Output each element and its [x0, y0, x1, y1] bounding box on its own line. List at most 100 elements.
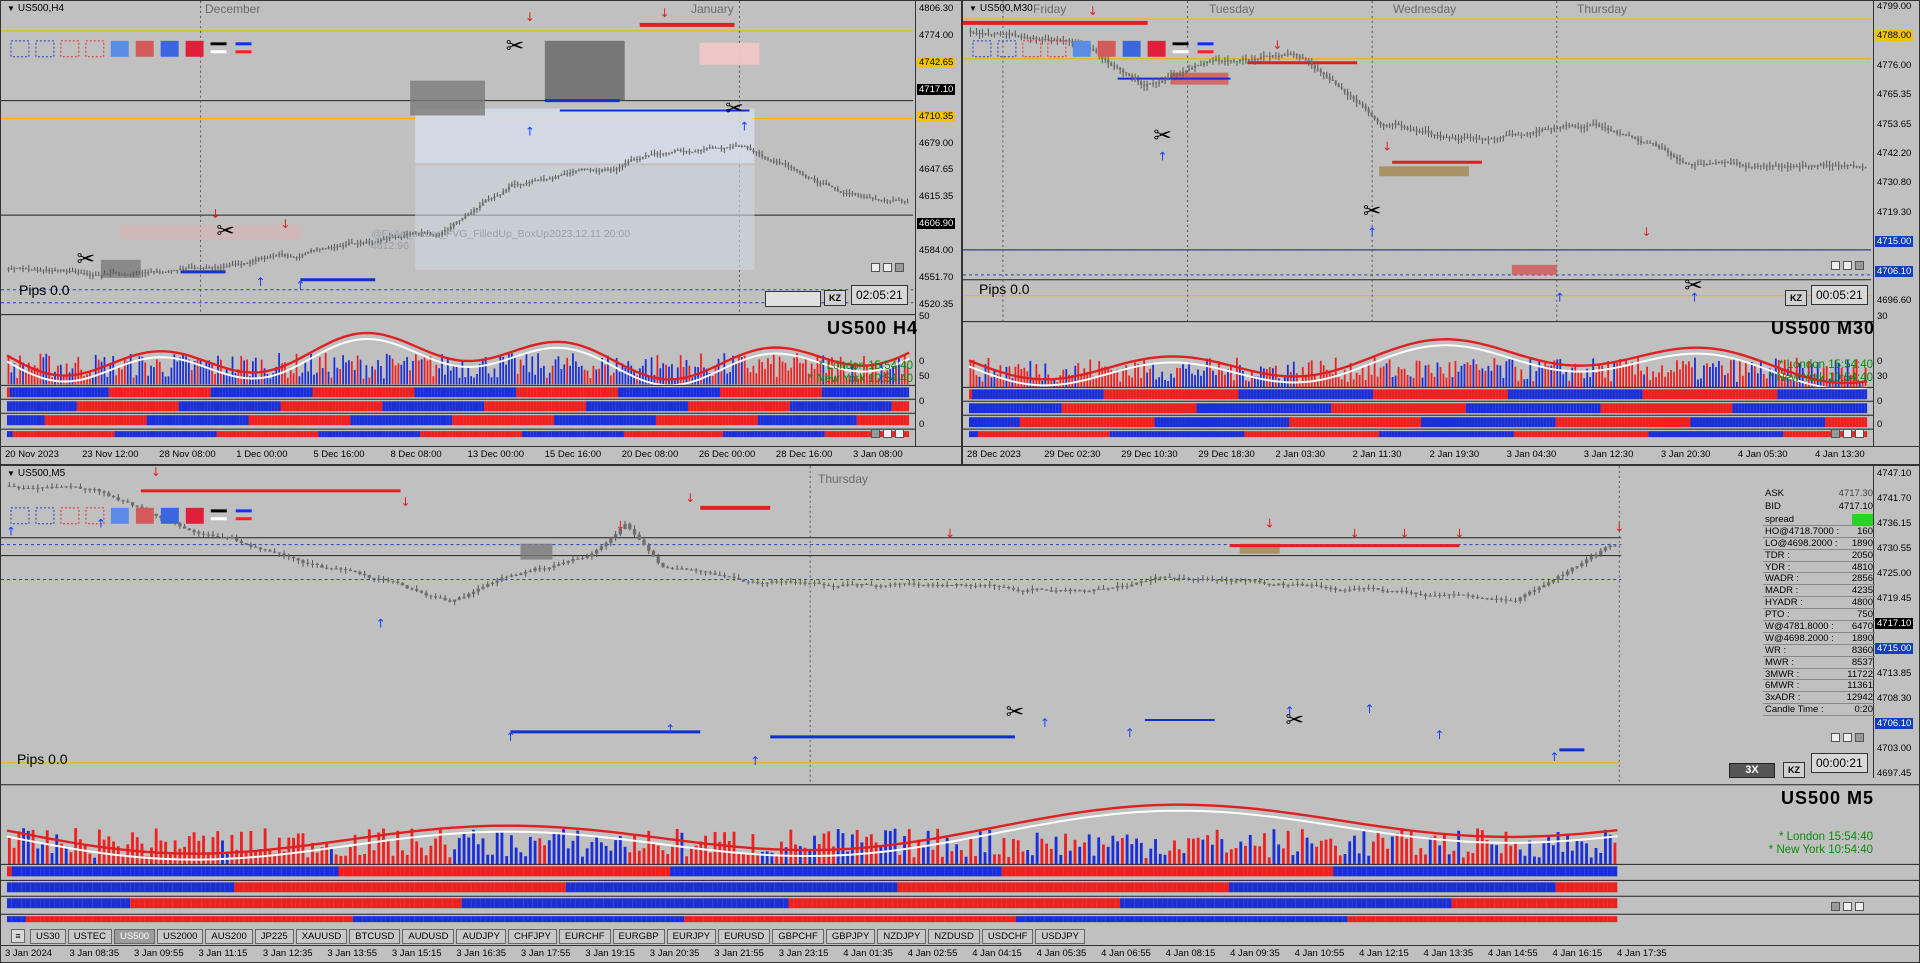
- candle-body: [1229, 580, 1233, 582]
- trend-strip-cell: [751, 431, 755, 438]
- trend-strip-cell: [1268, 417, 1272, 428]
- trend-strip-cell: [1283, 431, 1287, 438]
- candle-body: [490, 198, 493, 200]
- trend-strip-cell: [132, 401, 136, 412]
- trend-strip-cell: [606, 401, 610, 412]
- m30-indicator-corner-buttons[interactable]: [1831, 429, 1864, 438]
- candle-body: [679, 149, 682, 151]
- trend-strip-cell: [1699, 389, 1703, 400]
- candle-body: [857, 194, 860, 196]
- trend-strip-cell: [286, 431, 290, 438]
- candle-body: [1433, 134, 1436, 136]
- trend-strip-cell: [589, 431, 592, 438]
- trend-strip-cell: [1289, 389, 1293, 400]
- m30-price-axis[interactable]: 4799.00 4788.00 4776.00 4765.35 4753.65 4742.…: [1873, 1, 1919, 464]
- candle-body: [996, 33, 999, 35]
- h4-kz-button[interactable]: KZ: [824, 290, 846, 306]
- candle-body: [211, 534, 215, 537]
- trend-strip-cell: [1250, 389, 1254, 400]
- candle-body: [812, 582, 817, 584]
- candle-body: [396, 581, 400, 583]
- candle-body: [1681, 160, 1685, 163]
- chart-window-m5[interactable]: ↓ ↓ ↓ ↓ ↓ ↓ ↓ ↓ ↓ ↓ ↑ ↑ ↑ ↑ ↑ ↑ ↑ ↑ ↑ ↑ ↑ ↑ ✂ ✂ ▼ US500,M5 Thurs…: [0, 465, 1920, 963]
- candle-body: [1487, 139, 1490, 141]
- trend-strip-cell: [1220, 431, 1224, 438]
- trend-strip-cell: [1579, 417, 1583, 428]
- trend-strip-cell: [1313, 431, 1317, 438]
- candle-body: [1149, 579, 1153, 582]
- trend-strip-cell: [1358, 431, 1362, 438]
- m30-time-axis[interactable]: 28 Dec 2023 29 Dec 02:30 29 Dec 10:30 29 De…: [963, 446, 1919, 464]
- trend-strip-cell: [1468, 417, 1472, 428]
- trend-strip-cell: [778, 401, 782, 412]
- trend-strip-cell: [172, 431, 176, 438]
- trend-strip-cell: [1274, 403, 1278, 414]
- m30-kz-button[interactable]: KZ: [1785, 290, 1807, 306]
- histogram-bar: [1170, 373, 1172, 388]
- histogram-bar: [1029, 360, 1032, 388]
- trend-strip-cell: [437, 401, 441, 412]
- trend-strip-cell: [1813, 431, 1817, 438]
- trend-strip-cell: [283, 387, 287, 398]
- trend-strip-cell: [254, 401, 258, 412]
- candle-body: [813, 178, 816, 181]
- trend-strip-cell: [158, 415, 162, 426]
- trend-strip-cell: [1528, 403, 1532, 414]
- trend-strip-cell: [1010, 389, 1014, 400]
- trend-strip-cell: [376, 387, 380, 398]
- trend-strip-cell: [402, 415, 406, 426]
- trend-strip-cell: [519, 387, 523, 398]
- trend-strip-cell: [1244, 431, 1248, 438]
- trend-strip-cell: [114, 401, 118, 412]
- trend-strip-cell: [1127, 403, 1131, 414]
- histogram-bar: [1337, 377, 1340, 388]
- trend-strip-cell: [888, 401, 892, 412]
- trend-strip-cell: [1424, 431, 1428, 438]
- trend-strip-cell: [274, 387, 278, 398]
- trend-strip-cell: [1433, 417, 1437, 428]
- trend-strip-cell: [1316, 431, 1320, 438]
- h4-price-axis[interactable]: 4806.30 4774.00 4742.65 4717.10 4710.35 4679.…: [915, 1, 961, 464]
- trend-strip-cell: [501, 415, 505, 426]
- trend-strip-cell: [85, 387, 89, 398]
- candle-body: [577, 170, 580, 172]
- candle-body: [1202, 63, 1206, 65]
- trend-strip-cell: [1211, 431, 1215, 438]
- m5-price-chart[interactable]: ↓↓↓↓↓↓↓ ↓ ↓ ↓↑↑↑↑↑↑↑ ↑↑↑↑↑✂ ✂: [1, 466, 1919, 962]
- histogram-bar: [1670, 369, 1672, 388]
- candle-body: [1367, 108, 1370, 113]
- candle-body: [628, 523, 632, 530]
- trend-strip-cell: [693, 401, 697, 412]
- m30-corner-buttons[interactable]: [1831, 261, 1864, 270]
- trend-strip-cell: [1238, 431, 1242, 438]
- h4-corner-buttons[interactable]: [871, 263, 904, 272]
- candle-body: [1259, 56, 1262, 59]
- trend-strip-cell: [856, 401, 860, 412]
- trend-strip-cell: [481, 431, 485, 438]
- trend-strip-cell: [1702, 417, 1706, 428]
- trend-strip-cell: [807, 415, 811, 426]
- h4-indicator-corner-buttons[interactable]: [871, 429, 904, 438]
- trend-strip-cell: [466, 431, 470, 438]
- trend-strip-cell: [1759, 431, 1763, 438]
- trend-strip-cell: [1220, 403, 1224, 414]
- trend-strip-cell: [1334, 417, 1338, 428]
- trend-strip-cell: [455, 401, 459, 412]
- chart-window-h4[interactable]: ↓ ↓ ↓ ↓ ↑ ↑ ↑ ↑ ✂ ✂ ✂ ✂ ▼ US500,H4 December January …: [0, 0, 962, 465]
- trend-strip-cell: [894, 415, 898, 426]
- trend-strip-cell: [303, 415, 307, 426]
- trend-strip-cell: [894, 401, 898, 412]
- trend-strip-cell: [1070, 389, 1074, 400]
- trend-strip-cell: [417, 401, 421, 412]
- trend-strip-cell: [783, 431, 787, 438]
- h4-time-axis[interactable]: 20 Nov 2023 23 Nov 12:00 28 Nov 08:00 1 Dec…: [1, 446, 961, 464]
- trend-strip-cell: [1229, 403, 1233, 414]
- m30-price-chart[interactable]: ↓↓↓↓↑↑↑ ↑✂✂✂: [963, 1, 1919, 464]
- trend-strip-cell: [417, 387, 421, 398]
- trend-strip-cell: [714, 431, 718, 438]
- trend-strip-cell: [647, 387, 651, 398]
- trend-strip-cell: [842, 415, 846, 426]
- trend-strip-cell: [216, 387, 220, 398]
- chart-window-m30[interactable]: ↓ ↓ ↓ ↓ ↑ ↑ ↑ ↑ ✂ ✂ ✂ ▼ US500,M30 Friday Tuesday We…: [962, 0, 1920, 465]
- trend-strip-cell: [1726, 417, 1730, 428]
